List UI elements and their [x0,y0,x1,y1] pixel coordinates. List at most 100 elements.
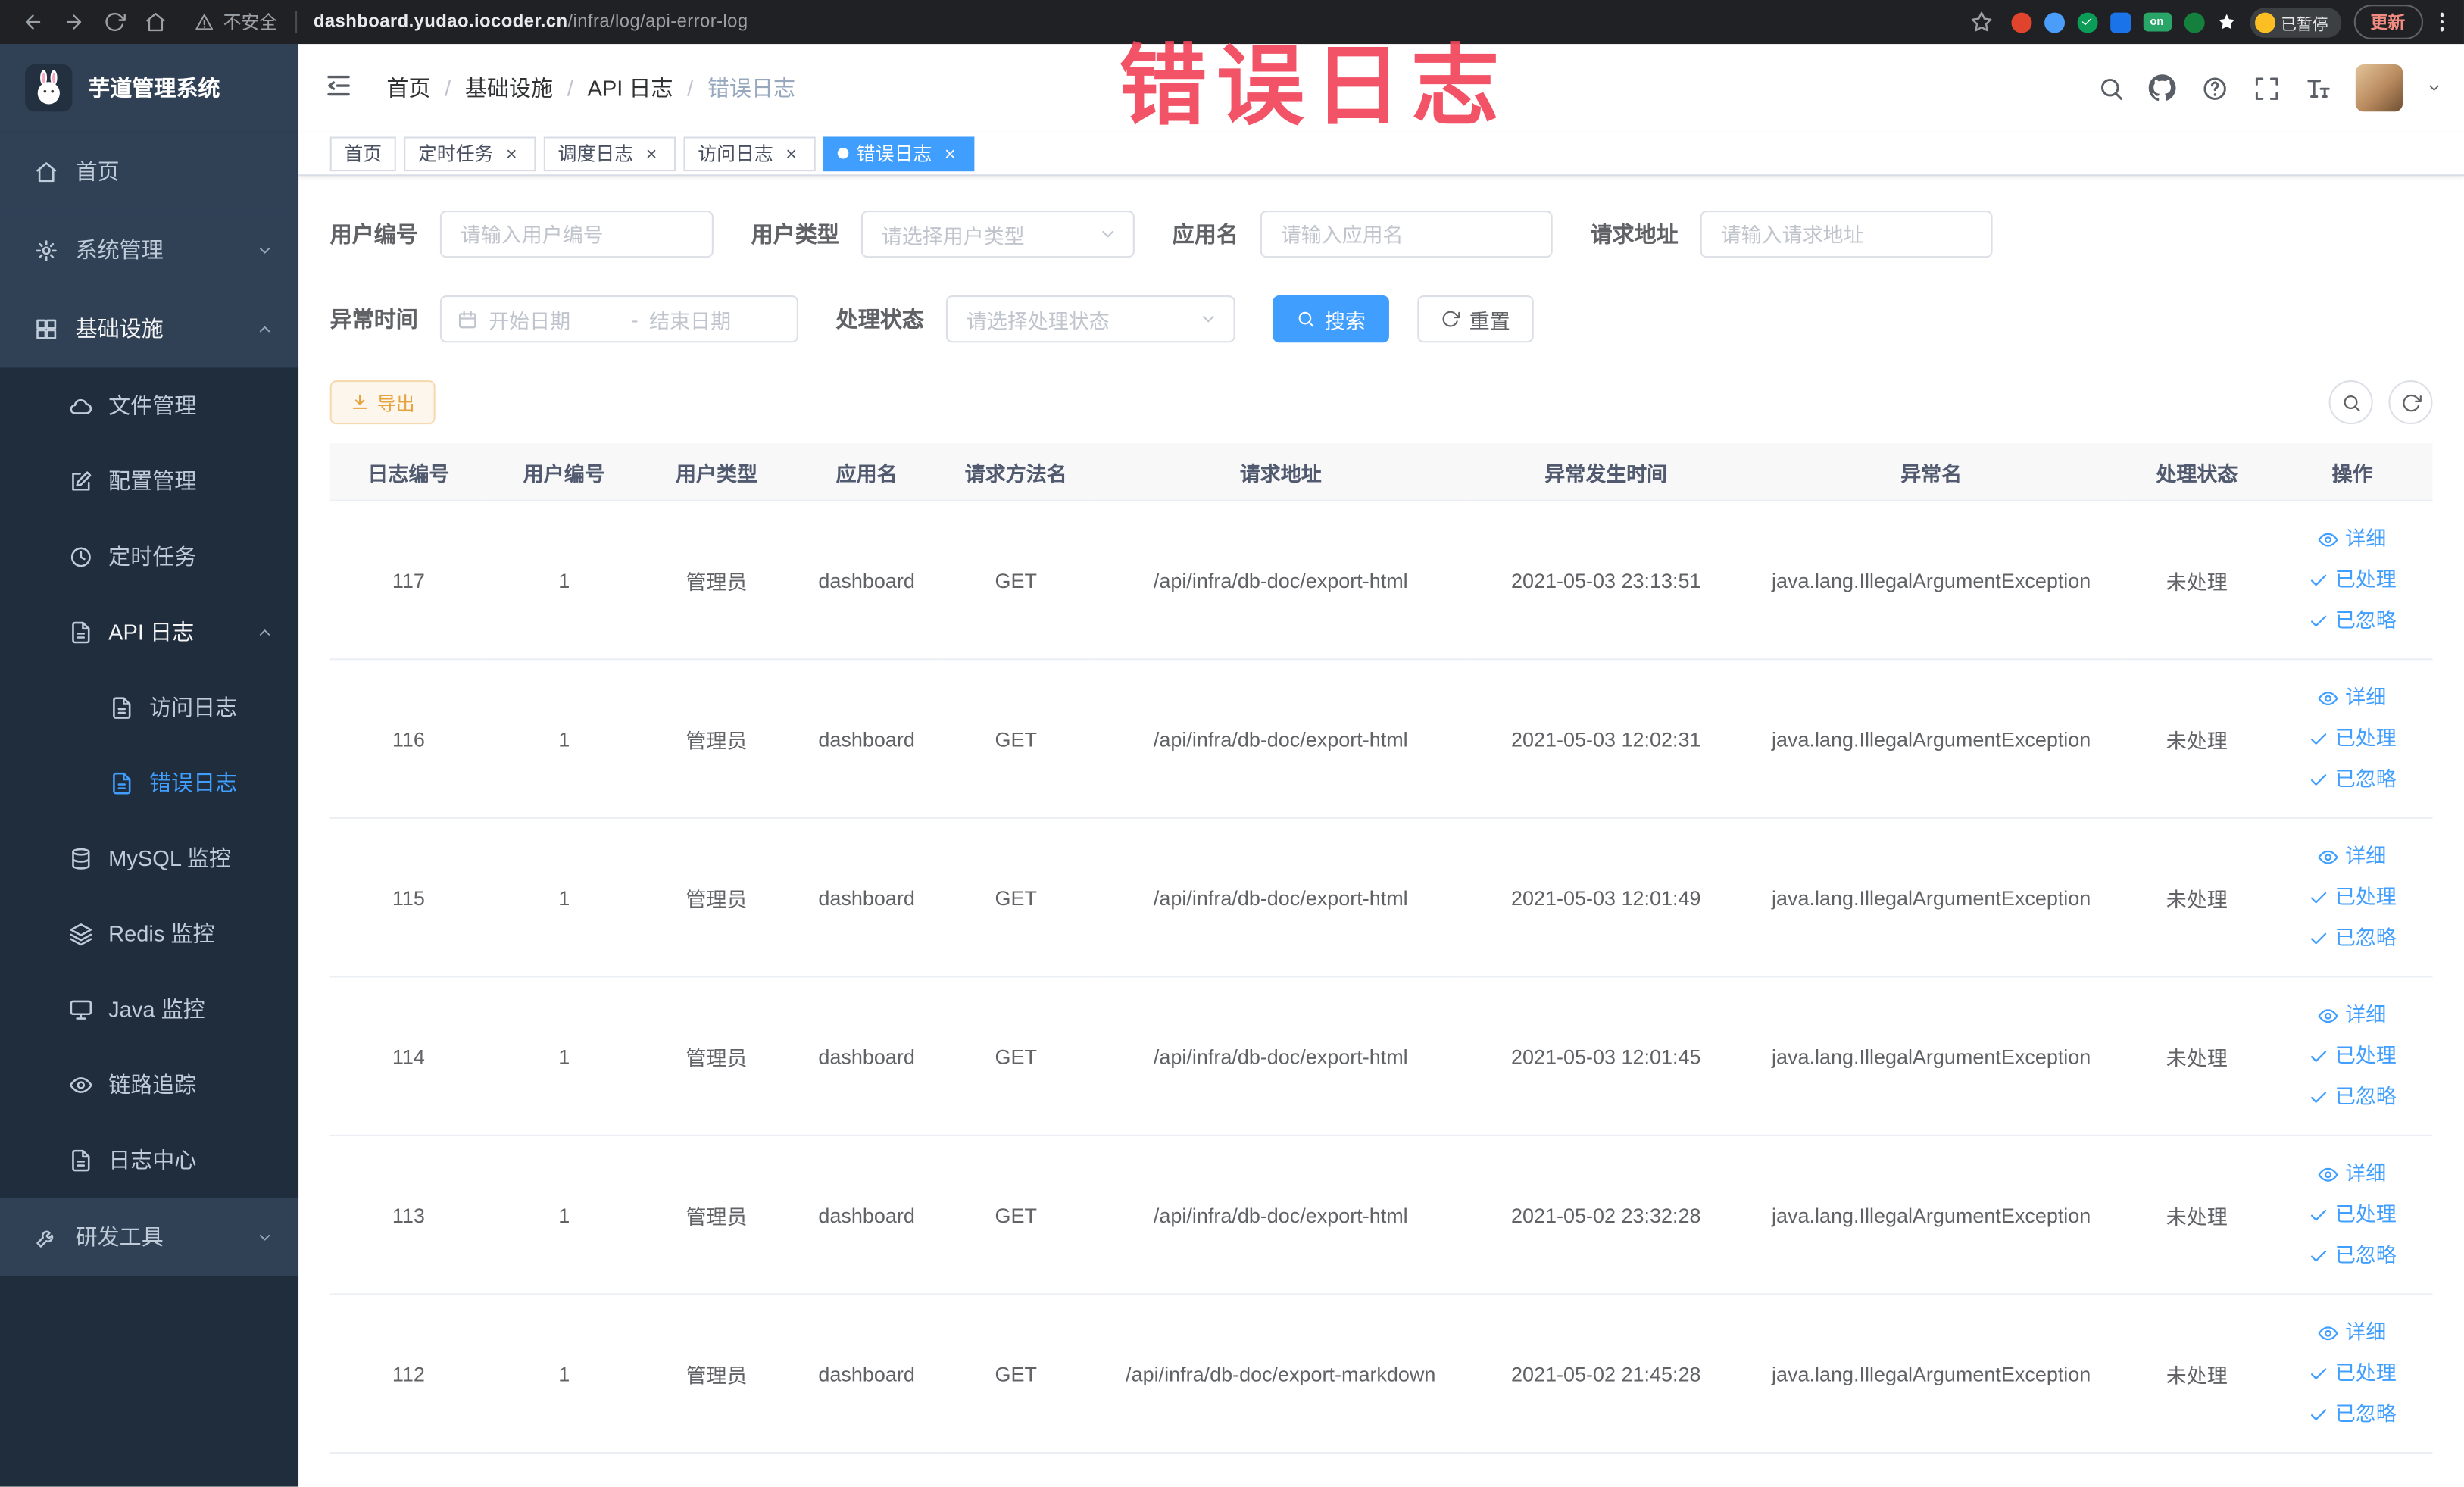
user-avatar[interactable] [2355,64,2403,112]
page-content: 用户编号 用户类型 请选择用户类型 应用名 请求地址 [298,176,2464,1454]
filter-row-1: 用户编号 用户类型 请选择用户类型 应用名 请求地址 [330,210,2433,258]
browser-menu-icon[interactable] [2435,13,2449,31]
app-name-input[interactable] [1260,210,1553,258]
forward-button[interactable] [57,5,92,39]
breadcrumb-api-log[interactable]: API 日志 [587,72,673,103]
mark-ignored-link[interactable]: 已忽略 [2278,1076,2426,1117]
exception-time-range-picker[interactable]: 开始日期 - 结束日期 [439,295,798,343]
tab-home[interactable]: 首页 [329,136,396,171]
sidebar-item-home[interactable]: 首页 [0,132,299,211]
user-id-input[interactable] [439,210,714,258]
browser-update-button[interactable]: 更新 [2353,5,2422,39]
sidebar-item-trace[interactable]: 链路追踪 [0,1046,299,1123]
sidebar-item-java-monitor[interactable]: Java 监控 [0,971,299,1047]
help-icon[interactable] [2200,74,2228,102]
reset-button[interactable]: 重置 [1417,295,1534,343]
mark-ignored-link[interactable]: 已忽略 [2278,759,2426,800]
home-button[interactable] [139,5,173,39]
document-icon [110,771,133,795]
extension-icon[interactable] [2044,11,2064,33]
bookmark-star-icon[interactable] [1963,5,1998,39]
sidebar-item-config-mgmt[interactable]: 配置管理 [0,443,299,519]
grid-icon [35,317,58,340]
page-url[interactable]: dashboard.yudao.iocoder.cn/infra/log/api… [314,13,748,32]
sidebar-item-system-mgmt[interactable]: 系统管理 [0,210,299,289]
mark-ignored-link[interactable]: 已忽略 [2278,918,2426,959]
sidebar-item-file-mgmt[interactable]: 文件管理 [0,367,299,444]
sidebar-toggle[interactable] [323,70,358,105]
browser-toolbar-right: on 已暂停 更新 [1963,5,2448,39]
mark-ignored-link[interactable]: 已忽略 [2278,1394,2426,1435]
sidebar-item-api-log[interactable]: API 日志 [0,594,299,670]
extension-icon[interactable] [2110,11,2131,33]
extension-icon[interactable] [2076,11,2097,33]
extension-icon[interactable] [2216,12,2237,33]
extension-icon[interactable] [2183,11,2204,33]
tab-close-icon[interactable] [940,143,960,164]
chevron-down-icon [1098,225,1117,244]
table-row: 115 1 管理员 dashboard GET /api/infra/db-do… [329,817,2433,978]
search-icon [2341,392,2361,413]
tab-close-icon[interactable] [501,143,522,164]
sidebar-item-cron-job[interactable]: 定时任务 [0,518,299,595]
extension-icon[interactable] [2010,11,2031,33]
avatar-caret-icon[interactable] [2426,80,2442,96]
user-type-select[interactable]: 请选择用户类型 [860,210,1135,258]
not-secure-warning-icon [195,13,214,32]
github-icon[interactable] [2148,74,2176,102]
detail-link[interactable]: 详细 [2278,1154,2426,1195]
reload-button[interactable] [98,5,133,39]
toggle-search-button[interactable] [2328,380,2373,425]
media-paused-chip[interactable]: 已暂停 [2249,7,2341,37]
tab-close-icon[interactable] [781,143,801,164]
tab-cron-job[interactable]: 定时任务 [404,136,536,171]
process-status-select[interactable]: 请选择处理状态 [945,295,1235,343]
breadcrumb-infrastructure[interactable]: 基础设施 [465,72,553,103]
mark-processed-link[interactable]: 已处理 [2278,877,2426,918]
tab-schedule-log[interactable]: 调度日志 [543,136,676,171]
mark-processed-link[interactable]: 已处理 [2278,1353,2426,1394]
detail-link[interactable]: 详细 [2278,995,2426,1036]
tab-access-log[interactable]: 访问日志 [683,136,816,171]
export-button[interactable]: 导出 [329,380,436,425]
tab-error-log[interactable]: 错误日志 [823,136,975,171]
sidebar-item-access-log[interactable]: 访问日志 [0,669,299,745]
extension-on-badge[interactable]: on [2142,12,2172,32]
mark-ignored-link[interactable]: 已忽略 [2278,1236,2426,1276]
eye-icon [2319,846,2339,867]
mark-processed-link[interactable]: 已处理 [2278,1195,2426,1236]
search-icon[interactable] [2097,74,2125,102]
breadcrumb-home[interactable]: 首页 [386,72,430,103]
back-button[interactable] [16,5,51,39]
sidebar-item-error-log[interactable]: 错误日志 [0,745,299,820]
filter-request-url: 请求地址 [1590,210,1993,258]
detail-link[interactable]: 详细 [2278,1312,2426,1353]
breadcrumb-separator: / [687,75,694,101]
sidebar-item-redis-monitor[interactable]: Redis 监控 [0,895,299,972]
sidebar-item-dev-tools[interactable]: 研发工具 [0,1197,299,1276]
clock-icon [69,545,92,568]
fullscreen-icon[interactable] [2252,74,2280,102]
mark-processed-link[interactable]: 已处理 [2278,718,2426,759]
tab-close-icon[interactable] [642,143,662,164]
sidebar-item-mysql-monitor[interactable]: MySQL 监控 [0,820,299,896]
request-url-input[interactable] [1700,210,1993,258]
sidebar-item-infrastructure[interactable]: 基础设施 [0,289,299,368]
col-exception-name: 异常名 [1741,443,2122,501]
sidebar-item-log-center[interactable]: 日志中心 [0,1122,299,1198]
mark-ignored-link[interactable]: 已忽略 [2278,600,2426,641]
filter-row-2: 异常时间 开始日期 - 结束日期 处理状态 请选择处理状态 搜索 重置 [330,295,2433,343]
detail-link[interactable]: 详细 [2278,519,2426,560]
detail-link[interactable]: 详细 [2278,836,2426,877]
mark-processed-link[interactable]: 已处理 [2278,560,2426,601]
mark-processed-link[interactable]: 已处理 [2278,1036,2426,1076]
font-size-icon[interactable] [2303,74,2331,102]
document-icon [110,695,133,719]
address-bar[interactable]: 不安全 dashboard.yudao.iocoder.cn/infra/log… [195,9,748,34]
detail-link[interactable]: 详细 [2278,677,2426,718]
col-exception-time: 异常发生时间 [1470,443,1741,501]
refresh-table-button[interactable] [2388,380,2433,425]
check-icon [2309,1245,2329,1266]
app-logo[interactable]: 芋道管理系统 [0,44,299,133]
search-button[interactable]: 搜索 [1273,295,1389,343]
